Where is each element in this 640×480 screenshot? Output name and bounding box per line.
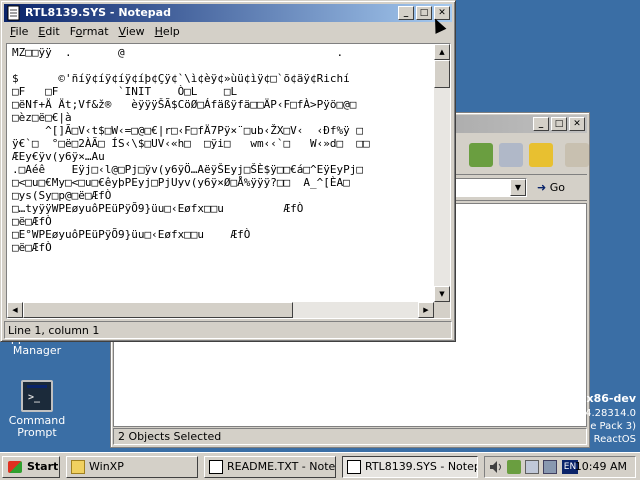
version-text-3: e Pack 3): [590, 421, 636, 432]
start-label: Start: [27, 460, 59, 473]
go-label: Go: [549, 181, 565, 194]
clock[interactable]: 10:49 AM: [575, 459, 627, 475]
task-label: RTL8139.SYS - Notep...: [365, 460, 477, 473]
refresh-icon[interactable]: [469, 143, 493, 167]
system-tray: EN 10:49 AM: [484, 456, 636, 478]
desktop-icon-command-prompt[interactable]: Command Prompt: [0, 380, 74, 439]
go-arrow-icon: ➜: [537, 181, 547, 194]
maximize-button[interactable]: □: [416, 6, 432, 20]
scroll-right-icon[interactable]: ▶: [418, 302, 434, 318]
scroll-up-icon[interactable]: ▲: [434, 44, 450, 60]
menu-help[interactable]: Help: [149, 23, 184, 38]
task-label: WinXP: [89, 460, 124, 473]
menu-label: rmat: [82, 25, 109, 38]
vertical-scroll-thumb[interactable]: [434, 60, 450, 88]
version-text-4: ReactOS: [593, 434, 636, 445]
menu-view[interactable]: View: [113, 23, 149, 38]
scroll-corner: [434, 302, 450, 318]
window-title: RTL8139.SYS - Notepad: [25, 6, 171, 19]
start-logo-icon: [8, 461, 22, 473]
task-readme-notepad[interactable]: README.TXT - Notep...: [204, 456, 336, 478]
folder-icon: [71, 460, 85, 474]
menu-edit[interactable]: Edit: [32, 23, 63, 38]
minimize-button[interactable]: _: [533, 117, 549, 131]
menu-file[interactable]: File: [4, 23, 32, 38]
maximize-button[interactable]: □: [551, 117, 567, 131]
menu-accel: V: [118, 25, 126, 38]
scroll-down-icon[interactable]: ▼: [434, 286, 450, 302]
horizontal-scrollbar[interactable]: ◀ ▶: [7, 302, 434, 318]
go-button[interactable]: ➜ Go: [537, 178, 587, 198]
menu-label: ile: [15, 25, 29, 38]
notepad-icon: [347, 460, 361, 474]
menu-accel: H: [154, 25, 163, 38]
undo-icon[interactable]: [529, 143, 553, 167]
horizontal-scroll-thumb[interactable]: [23, 302, 293, 318]
notepad-icon: [209, 460, 223, 474]
print-icon[interactable]: [499, 143, 523, 167]
scroll-left-icon[interactable]: ◀: [7, 302, 23, 318]
editor-content[interactable]: MZ□□ÿÿ . @ . $ ©'ñíÿ¢íÿ¢íÿ¢íþ¢Çÿ¢`\ì¢èÿ¢…: [12, 46, 436, 300]
menu-format[interactable]: Format: [64, 23, 113, 38]
start-button[interactable]: Start: [2, 456, 60, 478]
volume-icon[interactable]: [489, 460, 503, 474]
status-bar: 2 Objects Selected: [113, 428, 587, 445]
desktop-icon-label: Command Prompt: [8, 414, 66, 439]
status-bar: Line 1, column 1: [4, 321, 452, 339]
task-rtl8139-notepad[interactable]: RTL8139.SYS - Notep...: [342, 456, 478, 478]
notepad-icon[interactable]: [6, 5, 22, 21]
version-text-1: x86-dev: [586, 392, 636, 405]
notepad-window: RTL8139.SYS - Notepad _ □ ✕ File Edit Form…: [0, 0, 456, 342]
task-winxp[interactable]: WinXP: [66, 456, 198, 478]
menu-label: iew: [125, 25, 145, 38]
text-editor[interactable]: MZ□□ÿÿ . @ . $ ©'ñíÿ¢íÿ¢íÿ¢íþ¢Çÿ¢`\ì¢èÿ¢…: [6, 43, 451, 319]
menu-label: elp: [162, 25, 180, 38]
version-text-2: 4.28314.0: [585, 408, 636, 419]
minimize-button[interactable]: _: [398, 6, 414, 20]
notepad-titlebar[interactable]: RTL8139.SYS - Notepad _ □ ✕: [4, 4, 452, 22]
chevron-down-icon[interactable]: ▼: [510, 179, 526, 196]
taskbar: Start WinXP README.TXT - Notep... RTL813…: [0, 452, 640, 480]
menu-bar: File Edit Format View Help: [4, 23, 452, 42]
display-icon[interactable]: [525, 460, 539, 474]
computer-icon[interactable]: [543, 460, 557, 474]
network-icon[interactable]: [507, 460, 521, 474]
command-prompt-icon: [21, 380, 53, 412]
task-label: README.TXT - Notep...: [227, 460, 336, 473]
close-button[interactable]: ✕: [569, 117, 585, 131]
vertical-scrollbar[interactable]: ▲ ▼: [434, 44, 450, 302]
views-icon[interactable]: [565, 143, 589, 167]
menu-label: dit: [45, 25, 60, 38]
